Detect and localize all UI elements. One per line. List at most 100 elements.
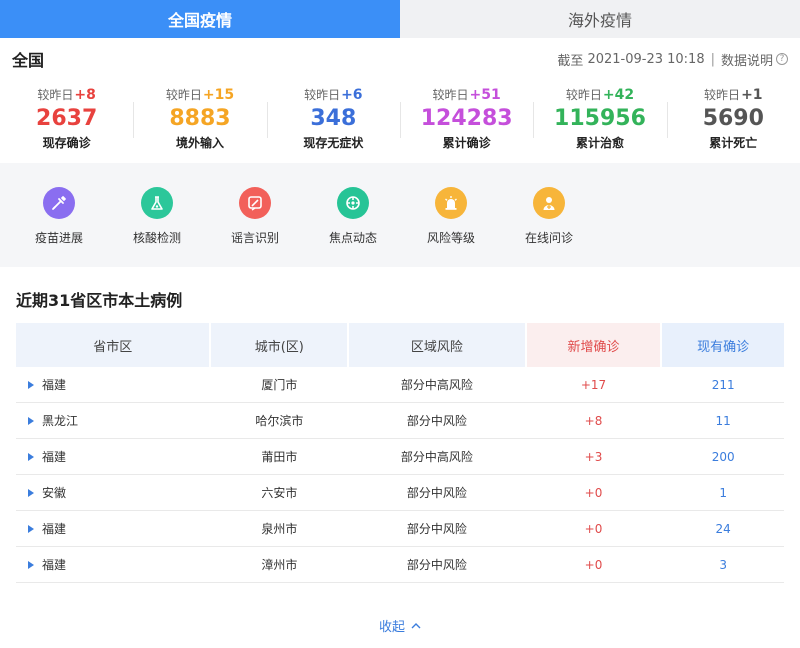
- cell-risk: 部分中风险: [406, 522, 467, 536]
- separator: |: [710, 51, 715, 67]
- shortcut-item[interactable]: 风险等级: [402, 187, 500, 267]
- stat-label: 累计死亡: [709, 136, 758, 150]
- cell-risk: 部分中高风险: [400, 450, 473, 464]
- table-row[interactable]: 福建 莆田市 部分中高风险 +3 200: [16, 439, 784, 475]
- shortcut-label: 疫苗进展: [34, 231, 83, 245]
- shortcut-label: 谣言识别: [230, 231, 279, 245]
- cell-city: 厦门市: [261, 378, 298, 392]
- cell-current-confirmed: 211: [711, 377, 735, 392]
- cell-current-confirmed: 24: [715, 521, 731, 536]
- header-risk: 区域风险: [349, 323, 525, 367]
- stat-delta-row: 较昨日+6: [304, 86, 363, 104]
- header-city: 城市(区): [211, 323, 348, 367]
- cell-new-confirmed: +8: [584, 413, 603, 428]
- delta-prefix: 较昨日: [165, 88, 202, 102]
- province-name: 福建: [42, 558, 67, 572]
- province-name: 福建: [42, 378, 67, 392]
- shortcut-item[interactable]: 疫苗进展: [10, 187, 108, 267]
- table-row[interactable]: 福建 厦门市 部分中高风险 +17 211: [16, 367, 784, 403]
- stat-value: 348: [310, 106, 357, 131]
- focus-icon: [337, 187, 369, 219]
- table-row[interactable]: 黑龙江 哈尔滨市 部分中风险 +8 11: [16, 403, 784, 439]
- data-note-link[interactable]: 数据说明 ?: [721, 50, 788, 69]
- collapse-button[interactable]: 收起: [0, 616, 800, 635]
- stats-panel: 较昨日+8 2637 现存确诊 较昨日+15 8883 境外输入 较昨日+6 348 现存无症状…: [0, 80, 800, 168]
- tab-overseas[interactable]: 海外疫情: [400, 0, 800, 38]
- cell-new-confirmed: +3: [584, 449, 603, 464]
- stat-label: 累计确诊: [442, 136, 491, 150]
- cell-new-confirmed: +0: [584, 485, 603, 500]
- cell-province: 福建: [16, 511, 210, 546]
- stat-delta-row: 较昨日+1: [704, 86, 763, 104]
- province-name: 福建: [42, 450, 67, 464]
- header-province: 省市区: [16, 323, 210, 367]
- cell-city: 泉州市: [261, 522, 298, 536]
- expand-triangle-icon[interactable]: [28, 560, 34, 569]
- stat-delta-row: 较昨日+15: [166, 86, 234, 104]
- table-header: 省市区 城市(区) 区域风险 新增确诊 现有确诊: [16, 323, 784, 367]
- cell-city: 漳州市: [261, 558, 298, 572]
- stat-item: 较昨日+15 8883 境外输入: [133, 86, 266, 168]
- stat-label: 现存无症状: [303, 136, 364, 150]
- cell-city: 六安市: [261, 486, 298, 500]
- delta-prefix: 较昨日: [432, 88, 469, 102]
- province-name: 黑龙江: [42, 414, 79, 428]
- stat-delta: +51: [469, 87, 501, 103]
- province-name: 福建: [42, 522, 67, 536]
- stat-delta: +42: [602, 87, 635, 103]
- stat-item: 较昨日+6 348 现存无症状: [266, 86, 400, 168]
- cell-province: 黑龙江: [16, 403, 210, 438]
- data-note-label: 数据说明: [720, 53, 773, 69]
- stat-item: 较昨日+1 5690 累计死亡: [666, 86, 800, 168]
- stat-delta: +8: [74, 87, 96, 103]
- expand-triangle-icon[interactable]: [28, 452, 34, 461]
- stat-item: 较昨日+51 124283 累计确诊: [399, 86, 533, 168]
- stat-value: 8883: [169, 106, 231, 131]
- tab-domestic[interactable]: 全国疫情: [0, 0, 400, 38]
- region-title: 全国: [12, 51, 45, 70]
- delta-prefix: 较昨日: [37, 88, 74, 102]
- stat-value: 5690: [702, 106, 764, 131]
- cell-current-confirmed: 3: [719, 557, 727, 572]
- table-row[interactable]: 福建 泉州市 部分中风险 +0 24: [16, 511, 784, 547]
- alarm-icon: [435, 187, 467, 219]
- table-row[interactable]: 福建 漳州市 部分中风险 +0 3: [16, 547, 784, 583]
- table-title: 近期31省区市本土病例: [16, 291, 183, 310]
- cell-city: 莆田市: [261, 450, 298, 464]
- doctor-icon: [533, 187, 565, 219]
- shortcut-item[interactable]: 焦点动态: [304, 187, 402, 267]
- shortcut-item[interactable]: 在线问诊: [500, 187, 598, 267]
- stat-item: 较昨日+8 2637 现存确诊: [0, 86, 133, 168]
- delta-prefix: 较昨日: [704, 88, 741, 102]
- header-current-confirmed[interactable]: 现有确诊: [662, 323, 784, 367]
- expand-triangle-icon[interactable]: [28, 380, 34, 389]
- expand-triangle-icon[interactable]: [28, 488, 34, 497]
- update-info: 截至 2021-09-23 10:18 | 数据说明 ?: [557, 50, 788, 69]
- stat-delta-row: 较昨日+51: [433, 86, 501, 104]
- stat-value: 2637: [36, 106, 98, 131]
- case-table: 省市区 城市(区) 区域风险 新增确诊 现有确诊 福建 厦门市 部分中高风险 +17 2…: [16, 323, 784, 583]
- header-new-confirmed[interactable]: 新增确诊: [526, 323, 661, 367]
- shortcut-item[interactable]: 核酸检测: [108, 187, 206, 267]
- stat-delta: +6: [341, 87, 363, 103]
- shortcut-label: 在线问诊: [524, 231, 573, 245]
- cell-risk: 部分中风险: [406, 414, 467, 428]
- shortcut-label: 核酸检测: [132, 231, 181, 245]
- province-name: 安徽: [42, 486, 67, 500]
- syringe-icon: [43, 187, 75, 219]
- summary-header: 全国 截至 2021-09-23 10:18 | 数据说明 ?: [0, 38, 800, 80]
- cell-province: 福建: [16, 367, 210, 402]
- delta-prefix: 较昨日: [304, 88, 341, 102]
- stat-value: 124283: [420, 106, 513, 131]
- table-body: 福建 厦门市 部分中高风险 +17 211 黑龙江 哈尔滨市 部分中风险 +8 11 福建 莆田市 部分…: [16, 367, 784, 583]
- cell-risk: 部分中风险: [406, 558, 467, 572]
- expand-triangle-icon[interactable]: [28, 416, 34, 425]
- update-prefix: 截至: [557, 53, 584, 69]
- table-row[interactable]: 安徽 六安市 部分中风险 +0 1: [16, 475, 784, 511]
- cell-province: 安徽: [16, 475, 210, 510]
- question-icon: ?: [776, 53, 788, 65]
- shortcut-label: 焦点动态: [328, 231, 377, 245]
- shortcut-item[interactable]: 谣言识别: [206, 187, 304, 267]
- cell-province: 福建: [16, 547, 210, 582]
- expand-triangle-icon[interactable]: [28, 524, 34, 533]
